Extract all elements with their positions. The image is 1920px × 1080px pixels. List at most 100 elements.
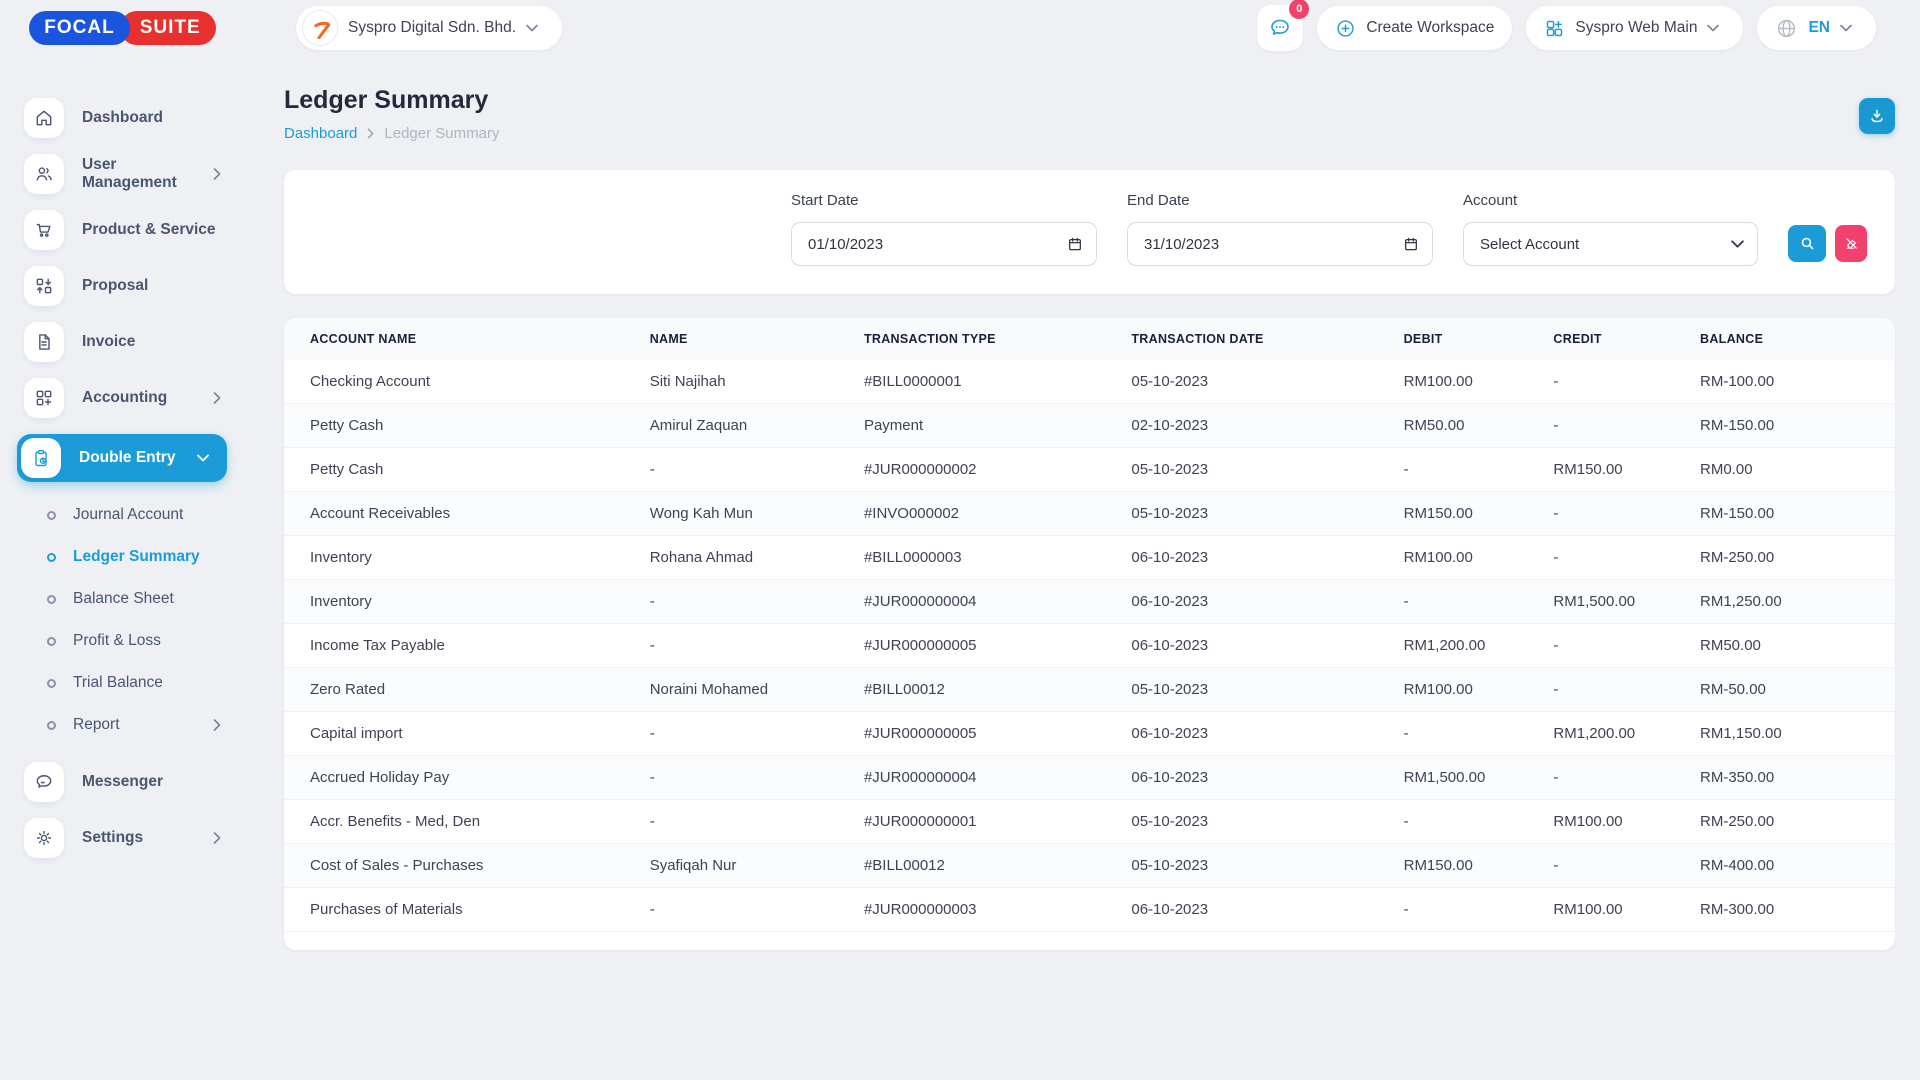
end-date-input[interactable] — [1127, 222, 1433, 266]
table-row[interactable]: Accr. Benefits - Med, Den-#JUR0000000010… — [284, 800, 1895, 844]
bullet-icon — [47, 511, 56, 520]
table-row[interactable]: Purchases of Materials-#JUR00000000306-1… — [284, 888, 1895, 932]
double-entry-submenu: Journal Account Ledger Summary Balance S… — [17, 506, 227, 734]
search-button[interactable] — [1788, 225, 1826, 262]
table-row[interactable]: Checking AccountSiti Najihah#BILL0000001… — [284, 360, 1895, 404]
table-row[interactable]: InventoryRohana Ahmad#BILL000000306-10-2… — [284, 536, 1895, 580]
sidebar-subitem-profit-loss[interactable]: Profit & Loss — [47, 632, 227, 650]
sidebar-item-messenger[interactable]: Messenger — [17, 762, 227, 802]
account-select[interactable]: Select Account — [1463, 222, 1758, 266]
sidebar-subitem-ledger-summary[interactable]: Ledger Summary — [47, 548, 227, 566]
column-header: DEBIT — [1404, 318, 1554, 360]
filter-card: Start Date End Date Accoun — [284, 170, 1895, 294]
sidebar-item-dashboard[interactable]: Dashboard — [17, 98, 227, 138]
cell-balance: RM-50.00 — [1700, 668, 1895, 712]
cell-account-name: Cost of Sales - Purchases — [284, 844, 650, 888]
sidebar-item-double-entry[interactable]: Double Entry — [17, 434, 227, 482]
cell-balance: RM-350.00 — [1700, 756, 1895, 800]
clear-filter-button[interactable] — [1835, 225, 1867, 262]
cell-balance: RM-150.00 — [1700, 492, 1895, 536]
sidebar-subitem-balance-sheet[interactable]: Balance Sheet — [47, 590, 227, 608]
cell-transaction-type: #BILL0000003 — [864, 536, 1131, 580]
cell-balance: RM1,250.00 — [1700, 580, 1895, 624]
table-row[interactable]: Accrued Holiday Pay-#JUR00000000406-10-2… — [284, 756, 1895, 800]
cell-name: - — [650, 888, 864, 932]
cell-account-name: Purchases of Materials — [284, 888, 650, 932]
sidebar-bottom: Messenger Settings — [17, 762, 227, 858]
cell-transaction-type: #JUR000000005 — [864, 712, 1131, 756]
column-header: NAME — [650, 318, 864, 360]
table-row[interactable]: Inventory-#JUR00000000406-10-2023-RM1,50… — [284, 580, 1895, 624]
sidebar-subitem-journal-account[interactable]: Journal Account — [47, 506, 227, 524]
sidebar-subitem-trial-balance[interactable]: Trial Balance — [47, 674, 227, 692]
globe-icon — [1775, 17, 1798, 40]
column-header: TRANSACTION TYPE — [864, 318, 1131, 360]
sidebar-item-accounting[interactable]: Accounting — [17, 378, 227, 418]
cell-transaction-date: 02-10-2023 — [1131, 404, 1403, 448]
language-selector[interactable]: EN — [1757, 6, 1876, 50]
breadcrumb-current: Ledger Summary — [384, 125, 499, 142]
cell-debit: - — [1404, 580, 1554, 624]
create-workspace-button[interactable]: Create Workspace — [1317, 6, 1512, 50]
table-row[interactable]: Petty CashAmirul ZaquanPayment02-10-2023… — [284, 404, 1895, 448]
chevron-down-icon — [1707, 24, 1719, 32]
cell-transaction-type: #BILL0000001 — [864, 360, 1131, 404]
create-workspace-label: Create Workspace — [1366, 19, 1494, 37]
cell-debit: RM100.00 — [1404, 360, 1554, 404]
table-row[interactable]: Zero RatedNoraini Mohamed#BILL0001205-10… — [284, 668, 1895, 712]
sidebar-subitem-label: Balance Sheet — [73, 590, 227, 608]
cell-credit: - — [1553, 844, 1700, 888]
cell-debit: - — [1404, 448, 1554, 492]
bullet-icon — [47, 595, 56, 604]
focal-suite-logo[interactable]: FOCAL SUITE — [29, 11, 215, 45]
search-icon — [1799, 235, 1816, 252]
cell-transaction-type: #JUR000000004 — [864, 756, 1131, 800]
table-row[interactable]: Petty Cash-#JUR00000000205-10-2023-RM150… — [284, 448, 1895, 492]
cell-credit: - — [1553, 404, 1700, 448]
sidebar-item-label: Double Entry — [79, 449, 179, 467]
sidebar-item-invoice[interactable]: Invoice — [17, 322, 227, 362]
company-selector[interactable]: Syspro Digital Sdn. Bhd. — [296, 6, 562, 50]
cell-name: Amirul Zaquan — [650, 404, 864, 448]
sidebar-item-proposal[interactable]: Proposal — [17, 266, 227, 306]
sidebar-item-label: Accounting — [82, 389, 195, 407]
cell-transaction-date: 06-10-2023 — [1131, 712, 1403, 756]
cell-credit: - — [1553, 536, 1700, 580]
column-header: CREDIT — [1553, 318, 1700, 360]
sidebar: Dashboard User Management Product & Serv… — [0, 56, 245, 874]
cell-debit: RM100.00 — [1404, 668, 1554, 712]
breadcrumb-dashboard-link[interactable]: Dashboard — [284, 125, 357, 142]
cell-account-name: Inventory — [284, 536, 650, 580]
sidebar-subitem-report[interactable]: Report — [47, 716, 227, 734]
messenger-button[interactable]: 0 — [1257, 5, 1303, 51]
end-date-field-group: End Date — [1127, 192, 1433, 266]
cell-account-name: Capital import — [284, 712, 650, 756]
cell-credit: RM100.00 — [1553, 888, 1700, 932]
table-header: ACCOUNT NAME NAME TRANSACTION TYPE TRANS… — [284, 318, 1895, 360]
table-row[interactable]: Cost of Sales - PurchasesSyafiqah Nur#BI… — [284, 844, 1895, 888]
table-row[interactable]: Capital import-#JUR00000000506-10-2023-R… — [284, 712, 1895, 756]
company-logo-icon — [302, 10, 338, 46]
cell-balance: RM-250.00 — [1700, 800, 1895, 844]
cell-transaction-type: #JUR000000003 — [864, 888, 1131, 932]
sidebar-item-user-management[interactable]: User Management — [17, 154, 227, 194]
chevron-down-icon — [197, 454, 209, 462]
start-date-input[interactable] — [791, 222, 1097, 266]
cell-transaction-date: 05-10-2023 — [1131, 800, 1403, 844]
sidebar-item-label: Proposal — [82, 277, 227, 295]
workspace-selector[interactable]: Syspro Web Main — [1526, 6, 1743, 50]
table-row[interactable]: Account ReceivablesWong Kah Mun#INVO0000… — [284, 492, 1895, 536]
page-head: Ledger Summary Dashboard Ledger Summary — [284, 86, 1895, 142]
cell-balance: RM-400.00 — [1700, 844, 1895, 888]
cell-transaction-date: 05-10-2023 — [1131, 668, 1403, 712]
workspace-grid-icon — [1544, 18, 1565, 39]
table-row[interactable]: Income Tax Payable-#JUR00000000506-10-20… — [284, 624, 1895, 668]
sidebar-item-product-service[interactable]: Product & Service — [17, 210, 227, 250]
double-entry-icon — [21, 438, 61, 478]
column-header: TRANSACTION DATE — [1131, 318, 1403, 360]
cell-transaction-type: #INVO000002 — [864, 492, 1131, 536]
sidebar-item-settings[interactable]: Settings — [17, 818, 227, 858]
download-button[interactable] — [1859, 98, 1895, 134]
brand-suite: SUITE — [120, 11, 216, 45]
sidebar-item-label: Product & Service — [82, 221, 227, 239]
